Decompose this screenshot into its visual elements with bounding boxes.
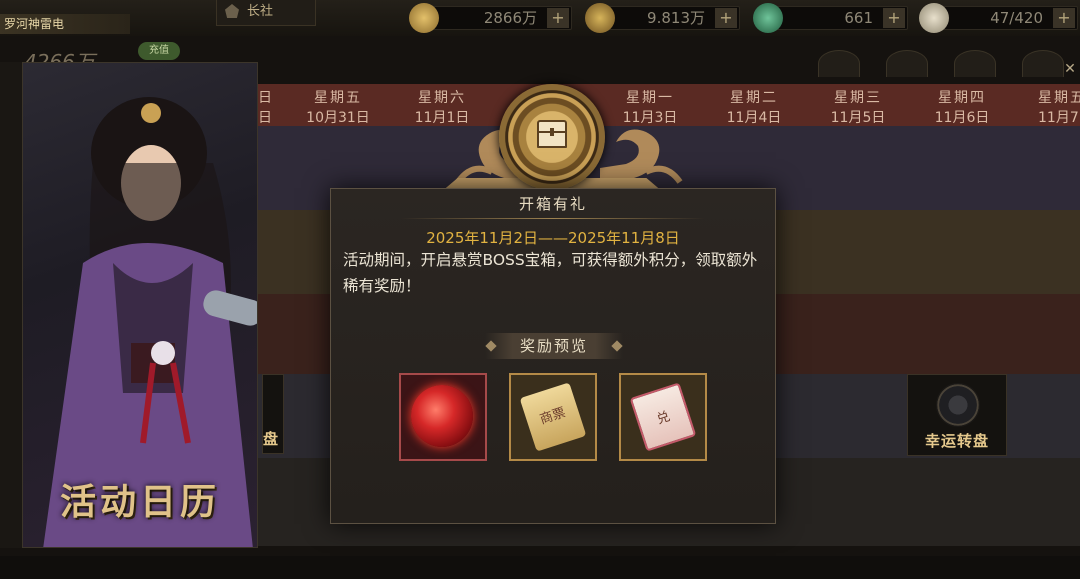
date-label: 11月6日 — [934, 110, 990, 126]
resource-coin-value: 9.813万 — [647, 9, 705, 27]
bottom-chat-strip — [0, 556, 1080, 579]
menu-button-4[interactable] — [1022, 50, 1064, 77]
reward-item[interactable]: 兑 — [619, 373, 707, 461]
weekday-label: 星期六 — [418, 90, 466, 106]
top-resource-bar: 罗河神雷电 长社 2866万 + 9.813万 + 661 + 47/420 + — [0, 0, 1080, 36]
weekday-label: 星期二 — [730, 90, 778, 106]
player-name[interactable]: 罗河神雷电 — [0, 14, 130, 34]
resource-bag: 47/420 + — [919, 3, 1078, 33]
location-label: 长社 — [247, 4, 274, 19]
wheel-icon — [936, 383, 980, 427]
date-label: 10月31日 — [306, 110, 370, 126]
ticket-glyph: 兑 — [654, 409, 672, 428]
jade-icon — [753, 3, 783, 33]
lucky-wheel-event[interactable]: 幸运转盘 — [907, 374, 1007, 456]
exchange-ticket-icon: 兑 — [629, 382, 697, 452]
menu-button-1[interactable] — [818, 50, 860, 77]
date-label: 11月5日 — [830, 110, 886, 126]
dragon-ornament-right — [600, 129, 683, 184]
bag-icon — [919, 3, 949, 33]
add-gold-button[interactable]: + — [547, 8, 569, 28]
title-divider — [401, 218, 705, 219]
weekday-label: 星期四 — [938, 90, 986, 106]
treasure-chest-icon — [537, 120, 567, 148]
open-chest-reward-dialog: 开箱有礼 2025年11月2日——2025年11月8日 活动期间，开启悬赏BOS… — [330, 188, 776, 524]
resource-gold-value: 2866万 — [483, 9, 537, 27]
close-icon[interactable]: ✕ — [1062, 60, 1078, 78]
scroll-glyph: 商票 — [538, 405, 568, 428]
resource-bag-value: 47/420 — [990, 9, 1043, 27]
event-date-range: 2025年11月2日——2025年11月8日 — [426, 229, 680, 247]
resource-gold: 2866万 + — [409, 3, 572, 33]
weekday-label: 星期一 — [626, 90, 674, 106]
gold-ingot-icon — [409, 3, 439, 33]
reward-item[interactable]: 商票 — [509, 373, 597, 461]
treasure-medallion — [499, 84, 605, 190]
calendar-event-partial[interactable]: 盘 — [262, 374, 284, 454]
menu-button-2[interactable] — [886, 50, 928, 77]
location-button[interactable]: 长社 — [216, 0, 316, 26]
event-partial-label: 盘 — [263, 430, 279, 448]
date-label: 11月7日 — [1038, 110, 1080, 126]
dialog-title: 开箱有礼 — [518, 195, 587, 213]
day-column: 星期四 11月6日 — [910, 84, 1014, 126]
character-portrait: 活动日历 — [22, 62, 258, 548]
date-label: 11月4日 — [726, 110, 782, 126]
resource-coin: 9.813万 + — [585, 3, 740, 33]
red-orb-icon — [411, 385, 473, 447]
reward-item[interactable] — [399, 373, 487, 461]
resource-jade: 661 + — [753, 3, 908, 33]
weekday-label: 星期五 — [314, 90, 362, 106]
add-jade-button[interactable]: + — [883, 8, 905, 28]
day-column-partial: 日日 — [258, 90, 270, 126]
menu-button-3[interactable] — [954, 50, 996, 77]
coin-icon — [585, 3, 615, 33]
event-description: 活动期间，开启悬赏BOSS宝箱，可获得额外积分，领取额外稀有奖励！ — [343, 251, 758, 295]
weekday-label: 星期五 — [1038, 90, 1080, 106]
day-column: 星期五 11月7日 — [1014, 84, 1080, 126]
day-column: 星期二 11月4日 — [702, 84, 806, 126]
city-icon — [225, 4, 239, 18]
day-column: 星期三 11月5日 — [806, 84, 910, 126]
weekday-label: 星期三 — [834, 90, 882, 106]
paper-scroll-icon: 商票 — [519, 382, 587, 452]
add-bag-button[interactable]: + — [1053, 8, 1075, 28]
add-coin-button[interactable]: + — [715, 8, 737, 28]
panel-title: 活动日历 — [59, 482, 220, 523]
reward-preview-label: 奖励预览 — [485, 333, 623, 359]
recharge-badge[interactable]: 充值 — [138, 42, 180, 60]
lucky-wheel-label: 幸运转盘 — [924, 432, 989, 450]
resource-jade-value: 661 — [844, 9, 873, 27]
left-side-strip — [0, 62, 22, 548]
day-column: 星期五 10月31日 — [286, 84, 390, 126]
